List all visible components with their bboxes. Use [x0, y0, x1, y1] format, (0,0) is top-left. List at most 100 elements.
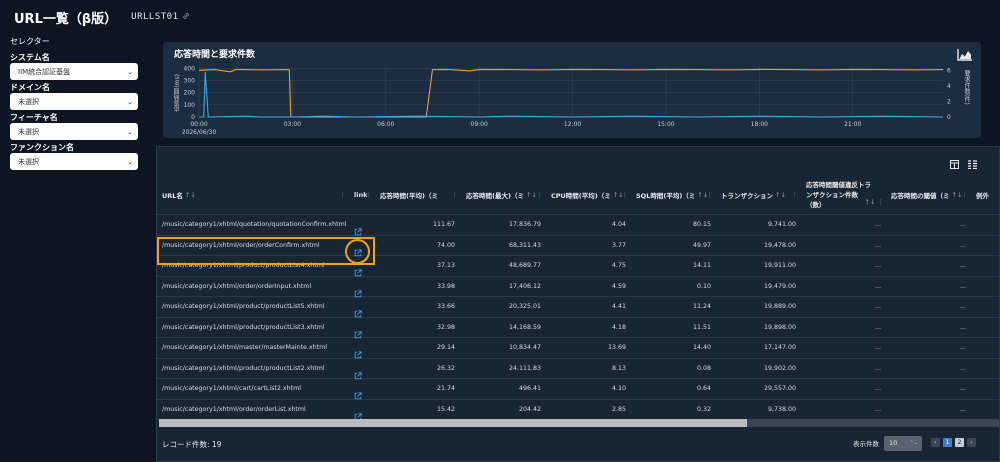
copy-link-icon[interactable]	[182, 12, 190, 23]
column-menu-icon[interactable]: ⋮	[707, 191, 714, 199]
function-name-select[interactable]: 未選択 ⌄	[10, 153, 138, 170]
col-sql-time[interactable]: SQL時間(平均)（ミ ↑↓ ⋮	[631, 175, 716, 215]
cell-avg: 111.67	[432, 221, 455, 228]
cell-thr: ...	[959, 221, 966, 228]
url-table: URL名 ↑↓ ⋮ link ⋮ 応答時間(平均)（ミ ⋮ 応答時間(最大)（ミ ↑↓ ⋮ …	[157, 175, 1000, 423]
per-page-select[interactable]: 10 ⌃⌄	[884, 436, 922, 451]
table-row[interactable]: /music/category1/xhtml/order/orderInput.…	[157, 277, 1000, 297]
feature-name-select[interactable]: 未選択 ⌄	[10, 123, 138, 140]
page-code: URLLST01	[131, 12, 179, 22]
horizontal-scrollbar[interactable]	[159, 419, 999, 427]
cell-max: 68,311.43	[508, 241, 541, 249]
density-icon[interactable]	[968, 154, 977, 173]
column-menu-icon[interactable]: ⋮	[962, 191, 969, 199]
table-row[interactable]: /music/category1/xhtml/product/productLi…	[157, 297, 1000, 318]
table-row[interactable]: /music/category1/xhtml/order/orderList.x…	[157, 400, 1000, 420]
y-left-tick: 100	[184, 102, 196, 109]
response-chart-card: 応答時間と要求件数 応答時間(ms) 要求件数(件) 0 100 200 300 400…	[163, 42, 981, 138]
y-right-tick: 6	[947, 68, 951, 75]
scrollbar-thumb[interactable]	[159, 419, 747, 427]
cell-thr: ...	[959, 364, 966, 372]
cell-cpu: 4.10	[611, 385, 626, 392]
cell-thr: ...	[959, 405, 966, 413]
col-url-name-label: URL名	[162, 192, 183, 200]
cell-thr: ...	[959, 241, 966, 249]
per-page-label: 表示件数	[853, 440, 879, 448]
url-table-card: URL名 ↑↓ ⋮ link ⋮ 応答時間(平均)（ミ ⋮ 応答時間(最大)（ミ ↑↓ ⋮ …	[156, 146, 1000, 462]
next-page-button[interactable]: ›	[967, 438, 976, 447]
x-tick-label: 00:00	[190, 121, 207, 128]
column-menu-icon[interactable]: ⋮	[366, 191, 373, 199]
column-menu-icon[interactable]: ⋮	[622, 191, 629, 199]
col-violations[interactable]: 応答時間閾値違反トランザクション件数（数） ↑↓ ⋮	[801, 175, 886, 215]
cell-viol: ...	[874, 303, 881, 310]
system-name-select[interactable]: IIM統合認証基盤 ⌄	[10, 63, 138, 80]
sort-icon[interactable]: ↑↓ ⋮	[865, 197, 884, 207]
table-row[interactable]: /music/category1/xhtml/product/productLi…	[157, 359, 1000, 379]
cell-url: /music/category1/xhtml/master/masterMain…	[162, 344, 327, 351]
col-cpu-time[interactable]: CPU時間(平均)（ミ ↑↓ ⋮	[546, 175, 631, 215]
table-row[interactable]: /music/category1/xhtml/master/masterMain…	[157, 338, 1000, 359]
cell-max: 496.41	[518, 385, 541, 392]
cell-tx: 19,479.00	[763, 282, 796, 290]
chevron-down-icon: ⌄	[127, 97, 133, 106]
page-button-1[interactable]: 1	[943, 438, 952, 447]
page-button-2[interactable]: 2	[955, 438, 964, 447]
x-date-label: 2026/06/30	[182, 129, 217, 136]
prev-page-button[interactable]: ‹	[931, 438, 940, 447]
cell-sql: 0.10	[696, 282, 711, 290]
x-tick-label: 15:00	[657, 121, 674, 128]
col-exception[interactable]: 例外	[971, 175, 1000, 215]
col-threshold[interactable]: 応答時間の閾値（ミ ↑↓ ⋮	[886, 175, 971, 215]
col-transactions-label: トランザクション	[721, 192, 773, 200]
domain-name-select[interactable]: 未選択 ⌄	[10, 93, 138, 110]
per-page-value: 10	[889, 439, 898, 447]
cell-sql: 49.97	[692, 241, 711, 249]
selector-sidebar: セレクター システム名 IIM統合認証基盤 ⌄ ドメイン名 未選択 ⌄ フィーチャ名…	[10, 36, 142, 173]
feature-name-value: 未選択	[18, 127, 39, 136]
column-menu-icon[interactable]: ⋮	[537, 191, 544, 199]
table-row[interactable]: /music/category1/xhtml/product/productLi…	[157, 318, 1000, 338]
cell-sql: 11.51	[692, 323, 711, 331]
column-menu-icon[interactable]: ⋮	[792, 191, 799, 199]
cell-url: /music/category1/xhtml/product/productLi…	[162, 323, 325, 331]
cell-max: 48,689.77	[508, 262, 541, 269]
col-url-name[interactable]: URL名 ↑↓ ⋮	[157, 175, 349, 215]
col-sql-time-label: SQL時間(平均)（ミ	[636, 192, 696, 200]
sort-icon[interactable]: ↑↓	[775, 191, 786, 199]
table-row[interactable]: /music/category1/xhtml/quotation/quotati…	[157, 215, 1000, 236]
cell-viol: ...	[874, 323, 881, 331]
response-chart: 0 100 200 300 400 0 2 4 6 00:00 03:00 06:00 09:00 12:…	[182, 65, 951, 136]
table-header: URL名 ↑↓ ⋮ link ⋮ 応答時間(平均)（ミ ⋮ 応答時間(最大)（ミ ↑↓ ⋮ …	[157, 175, 1000, 215]
y-left-tick: 0	[191, 114, 195, 121]
sort-icon[interactable]: ↑↓	[185, 191, 196, 199]
cell-sql: 11.24	[692, 303, 711, 310]
column-menu-icon[interactable]: ⋮	[340, 191, 347, 199]
selector-heading: セレクター	[10, 37, 50, 46]
column-menu-icon[interactable]: ⋮	[452, 191, 459, 199]
cell-max: 17,406.12	[508, 282, 541, 290]
cell-max: 204.42	[518, 405, 541, 413]
column-settings-icon[interactable]	[950, 154, 959, 173]
table-row[interactable]: /music/category1/xhtml/cart/cartList2.xh…	[157, 379, 1000, 400]
cell-viol: ...	[874, 262, 881, 269]
col-transactions[interactable]: トランザクション ↑↓ ⋮	[716, 175, 801, 215]
cell-tx: 19,911.00	[763, 262, 796, 269]
cell-sql: 0.64	[696, 385, 711, 392]
cell-sql: 80.15	[692, 221, 711, 228]
chevron-down-icon: ⌄	[127, 127, 133, 136]
col-link[interactable]: link ⋮	[349, 175, 375, 215]
sort-icon[interactable]: ↑↓	[526, 191, 537, 199]
col-max-response[interactable]: 応答時間(最大)（ミ ↑↓ ⋮	[461, 175, 546, 215]
col-threshold-label: 応答時間の閾値（ミ	[891, 192, 950, 200]
x-tick-label: 06:00	[377, 121, 394, 128]
cell-viol: ...	[874, 221, 881, 228]
cell-viol: ...	[874, 344, 881, 351]
series-line-1	[199, 71, 944, 118]
cell-sql: 0.08	[696, 364, 711, 372]
col-avg-response-label: 応答時間(平均)（ミ	[380, 192, 438, 200]
col-avg-response[interactable]: 応答時間(平均)（ミ ⋮	[375, 175, 461, 215]
cell-thr: ...	[959, 303, 966, 310]
cell-cpu: 13.69	[607, 344, 626, 351]
cell-avg: 29.14	[436, 344, 455, 351]
